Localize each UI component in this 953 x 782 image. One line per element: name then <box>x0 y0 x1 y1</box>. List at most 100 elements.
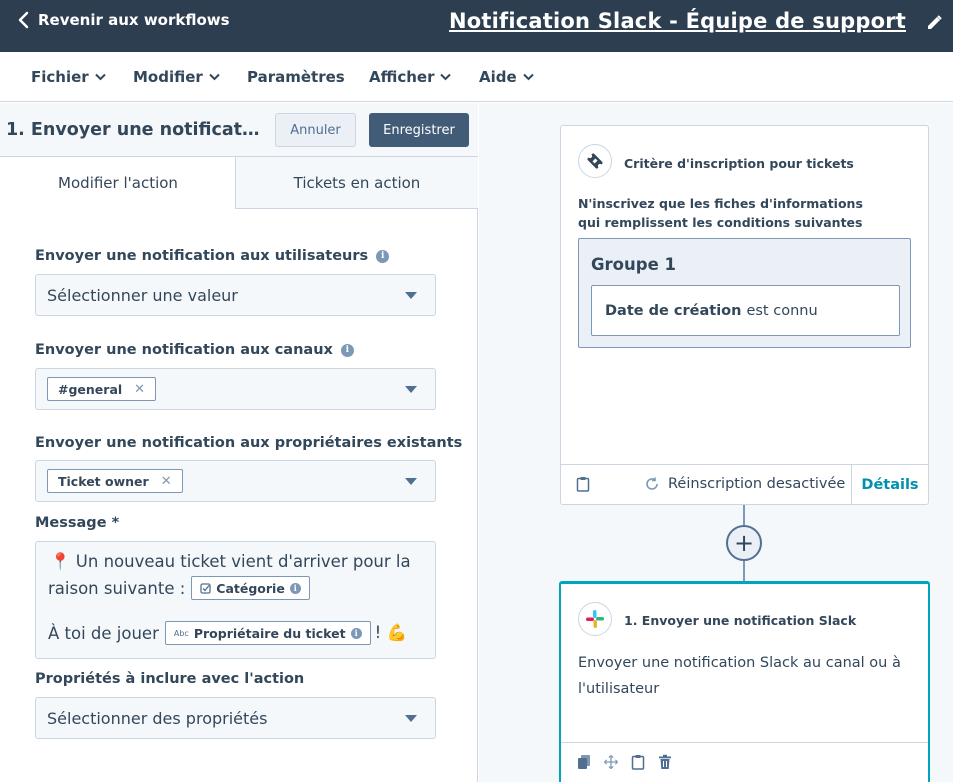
menu-afficher-label: Afficher <box>369 68 435 86</box>
panel-title: 1. Envoyer une notification Slack <box>6 120 264 140</box>
clipboard-icon[interactable] <box>576 476 590 492</box>
back-to-workflows-link[interactable]: Revenir aux workflows <box>16 11 230 29</box>
clipboard-icon[interactable] <box>631 754 645 770</box>
connector-line <box>743 561 745 581</box>
menu-modifier[interactable]: Modifier <box>133 68 220 86</box>
message-line-1: 📍 Un nouveau ticket vient d'arriver pour… <box>50 552 411 571</box>
panel-header: 1. Envoyer une notification Slack Annule… <box>0 103 478 157</box>
slack-action-card[interactable]: 1. Envoyer une notification Slack Envoye… <box>559 581 930 782</box>
save-button[interactable]: Enregistrer <box>369 113 469 147</box>
action-edit-panel: 1. Envoyer une notification Slack Annule… <box>0 103 478 782</box>
panel-tabs: Modifier l'action Tickets en action <box>0 157 478 209</box>
cancel-button[interactable]: Annuler <box>275 113 356 147</box>
chevron-down-icon <box>209 73 220 81</box>
menu-afficher[interactable]: Afficher <box>369 68 452 86</box>
group-title: Groupe 1 <box>591 255 676 274</box>
condition-property: Date de création <box>605 302 742 319</box>
trash-icon[interactable] <box>658 754 672 770</box>
message-line-2-text: raison suivante : <box>48 578 186 598</box>
message-field-label: Message * <box>35 515 119 531</box>
top-header: Revenir aux workflows Notification Slack… <box>0 0 953 52</box>
message-line-3-suffix: ! 💪 <box>374 623 408 642</box>
filter-group: Groupe 1 Date de création est connu <box>578 238 911 348</box>
info-icon[interactable]: i <box>376 249 390 263</box>
menu-aide-label: Aide <box>479 68 517 86</box>
owner-tag-label: Ticket owner <box>58 473 149 489</box>
action-description: Envoyer une notification Slack au canal … <box>578 655 901 697</box>
reenrollment-status: Réinscription desactivée <box>645 476 845 492</box>
tab-tickets-en-action[interactable]: Tickets en action <box>235 157 478 209</box>
channel-tag: #general ✕ <box>47 377 157 401</box>
property-icon <box>200 582 211 594</box>
trigger-title: Critère d'inscription pour tickets <box>624 156 854 171</box>
properties-field-label: Propriétés à inclure avec l'action <box>35 671 304 687</box>
back-label: Revenir aux workflows <box>38 11 230 29</box>
category-token-label: Catégorie <box>216 580 285 596</box>
move-icon[interactable] <box>604 754 618 770</box>
owner-tag: Ticket owner ✕ <box>47 469 183 493</box>
menu-bar: Fichier Modifier Paramètres Afficher Aid… <box>0 52 953 102</box>
reenrollment-label: Réinscription desactivée <box>668 476 846 492</box>
dropdown-arrow-icon <box>405 386 417 393</box>
condition-operator: est connu <box>746 302 818 319</box>
info-icon: i <box>350 627 362 639</box>
filter-condition[interactable]: Date de création est connu <box>591 285 900 336</box>
message-line-3: À toi de jouer Abc Propriétaire du ticke… <box>48 621 407 645</box>
properties-select[interactable]: Sélectionner des propriétés <box>35 697 436 739</box>
details-link[interactable]: Détails <box>851 465 928 504</box>
menu-aide[interactable]: Aide <box>479 68 534 86</box>
enrollment-trigger-card[interactable]: Critère d'inscription pour tickets N'ins… <box>560 125 929 505</box>
properties-select-placeholder: Sélectionner des propriétés <box>47 709 268 728</box>
workflow-canvas[interactable]: Critère d'inscription pour tickets N'ins… <box>479 103 953 782</box>
menu-modifier-label: Modifier <box>133 68 203 86</box>
menu-fichier-label: Fichier <box>31 68 89 86</box>
menu-parametres[interactable]: Paramètres <box>247 68 345 86</box>
category-token[interactable]: Catégorie i <box>191 576 310 600</box>
trigger-card-footer: Réinscription desactivée Détails <box>561 464 928 504</box>
workflow-title[interactable]: Notification Slack - Équipe de support <box>449 9 906 33</box>
message-line-3-text: À toi de jouer <box>48 623 159 643</box>
chevron-down-icon <box>440 73 452 81</box>
users-field-label: Envoyer une notification aux utilisateur… <box>35 248 390 264</box>
menu-parametres-label: Paramètres <box>247 68 345 86</box>
menu-fichier[interactable]: Fichier <box>31 68 106 86</box>
text-property-icon: Abc <box>173 628 189 638</box>
dropdown-arrow-icon <box>405 292 417 299</box>
users-select[interactable]: Sélectionner une valeur <box>35 274 436 316</box>
dropdown-arrow-icon <box>405 715 417 722</box>
info-icon[interactable]: i <box>340 343 354 357</box>
remove-tag-icon[interactable]: ✕ <box>134 382 145 397</box>
chevron-down-icon <box>522 73 534 81</box>
tab-modifier-action[interactable]: Modifier l'action <box>0 157 236 209</box>
pencil-icon[interactable] <box>925 14 943 32</box>
ticket-icon <box>578 144 612 178</box>
users-label-text: Envoyer une notification aux utilisateur… <box>35 248 369 264</box>
dropdown-arrow-icon <box>405 478 417 485</box>
chevron-left-icon <box>18 11 29 29</box>
message-editor[interactable]: 📍 Un nouveau ticket vient d'arriver pour… <box>35 541 436 659</box>
channel-tag-label: #general <box>58 381 123 397</box>
message-label-text: Message * <box>35 515 120 531</box>
connector-line <box>743 505 745 525</box>
owners-field-label: Envoyer une notification aux propriétair… <box>35 435 462 451</box>
refresh-icon <box>646 477 658 490</box>
slack-icon <box>578 602 612 636</box>
owners-label-text: Envoyer une notification aux propriétair… <box>35 435 463 451</box>
users-select-placeholder: Sélectionner une valeur <box>47 286 238 305</box>
trigger-description: N'inscrivez que les fiches d'information… <box>578 196 863 230</box>
add-action-button[interactable]: + <box>726 525 762 561</box>
message-line-2: raison suivante : Catégorie i <box>48 576 310 600</box>
channels-select[interactable]: #general ✕ <box>35 368 436 410</box>
action-title: 1. Envoyer une notification Slack <box>624 613 857 628</box>
owner-token-label: Propriétaire du ticket <box>193 625 346 641</box>
channels-field-label: Envoyer une notification aux canaux i <box>35 342 354 358</box>
properties-label-text: Propriétés à inclure avec l'action <box>35 671 305 687</box>
copy-icon[interactable] <box>577 754 591 770</box>
remove-tag-icon[interactable]: ✕ <box>161 474 172 489</box>
chevron-down-icon <box>94 73 106 81</box>
action-card-footer <box>561 742 928 782</box>
info-icon: i <box>289 582 301 594</box>
channels-label-text: Envoyer une notification aux canaux <box>35 342 333 358</box>
owners-select[interactable]: Ticket owner ✕ <box>35 460 436 502</box>
owner-property-token[interactable]: Abc Propriétaire du ticket i <box>164 621 371 645</box>
